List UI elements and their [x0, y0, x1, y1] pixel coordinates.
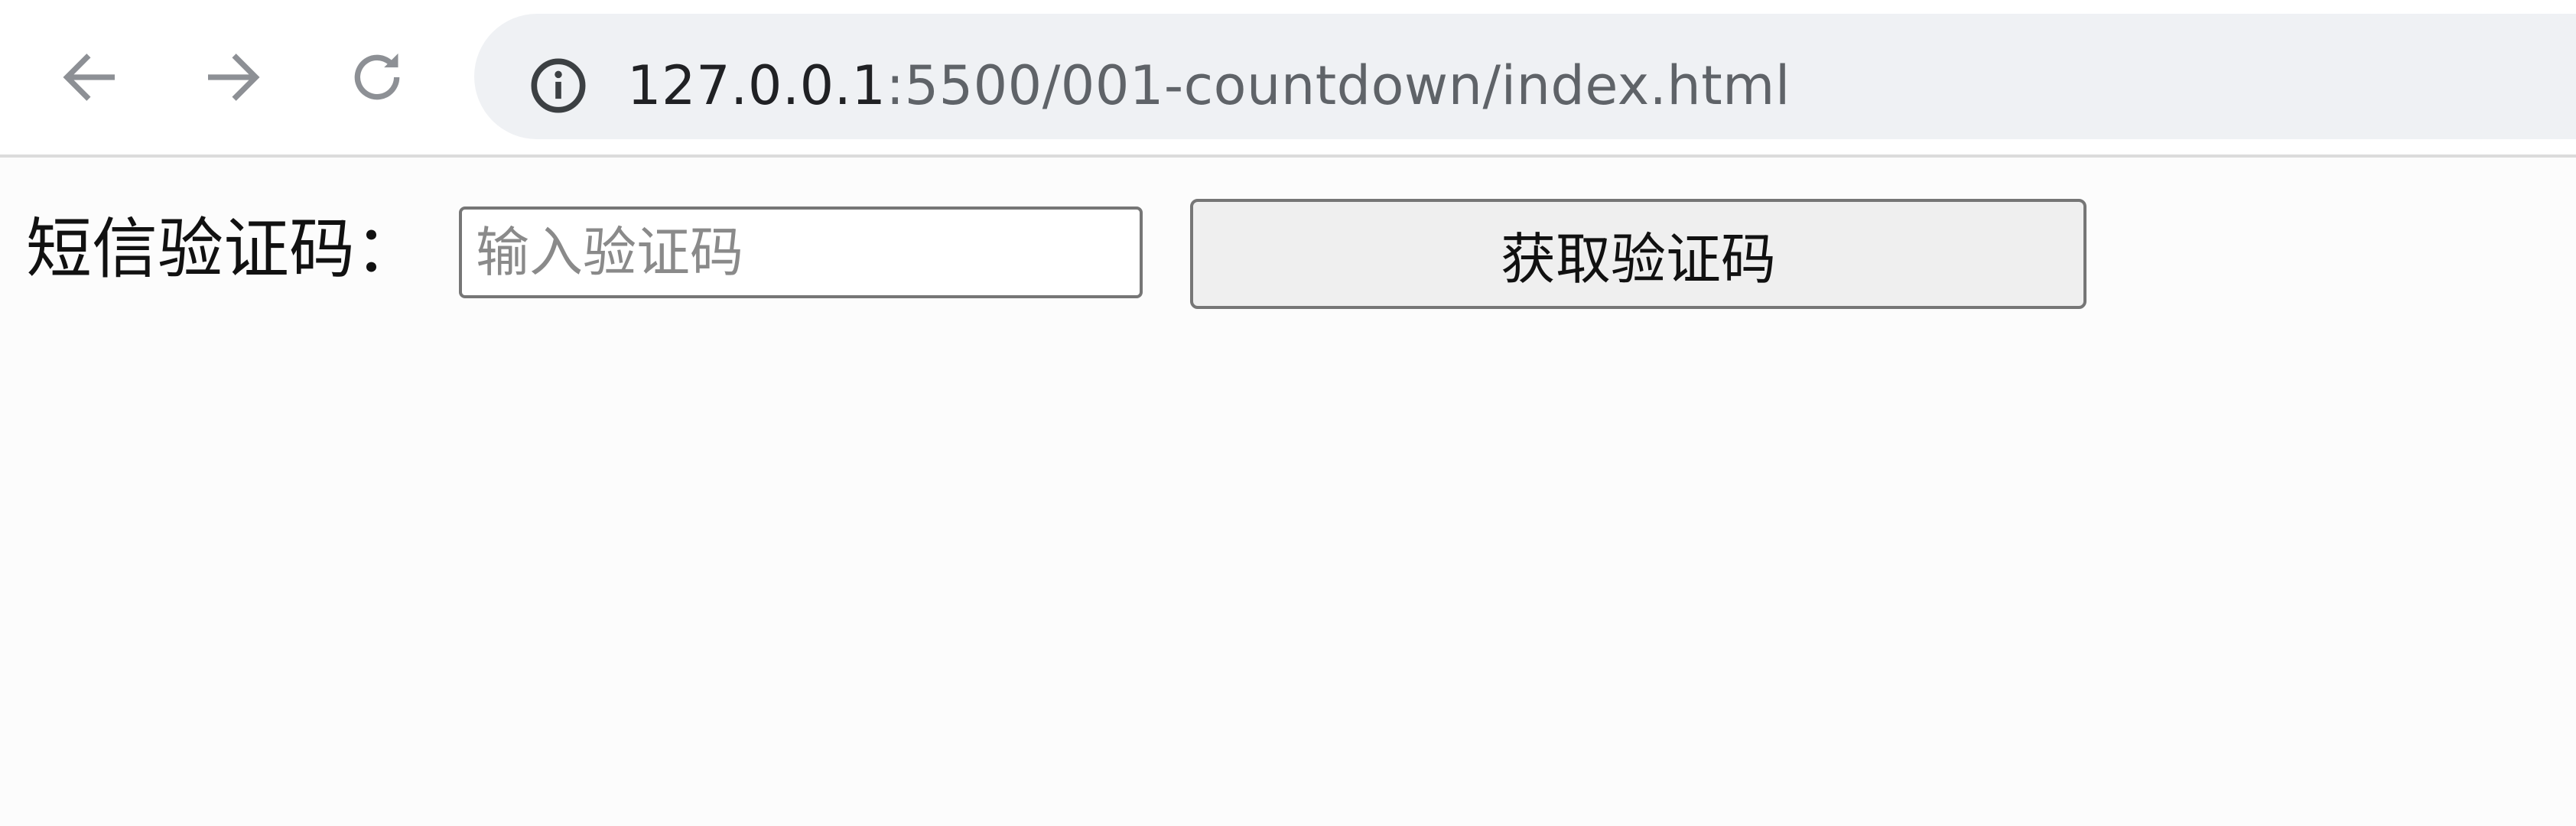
address-bar[interactable]: 127.0.0.1:5500/001-countdown/index.html — [474, 14, 2576, 139]
get-code-button[interactable]: 获取验证码 — [1190, 199, 2086, 309]
url-path: :5500/001-countdown/index.html — [886, 54, 1791, 117]
forward-button[interactable] — [191, 35, 275, 119]
sms-code-input[interactable] — [459, 206, 1143, 298]
reload-button[interactable] — [335, 35, 419, 119]
site-info-button[interactable] — [529, 57, 587, 115]
sms-code-label: 短信验证码： — [26, 211, 421, 288]
url-text[interactable]: 127.0.0.1:5500/001-countdown/index.html — [627, 49, 1791, 122]
info-icon — [531, 58, 586, 113]
url-host: 127.0.0.1 — [627, 54, 886, 117]
browser-toolbar: 127.0.0.1:5500/001-countdown/index.html — [0, 0, 2576, 158]
forward-arrow-icon — [208, 54, 260, 101]
page-content: 短信验证码： 获取验证码 — [0, 158, 2576, 826]
back-arrow-icon — [63, 54, 115, 101]
reload-icon — [354, 53, 400, 100]
back-button[interactable] — [47, 35, 132, 119]
